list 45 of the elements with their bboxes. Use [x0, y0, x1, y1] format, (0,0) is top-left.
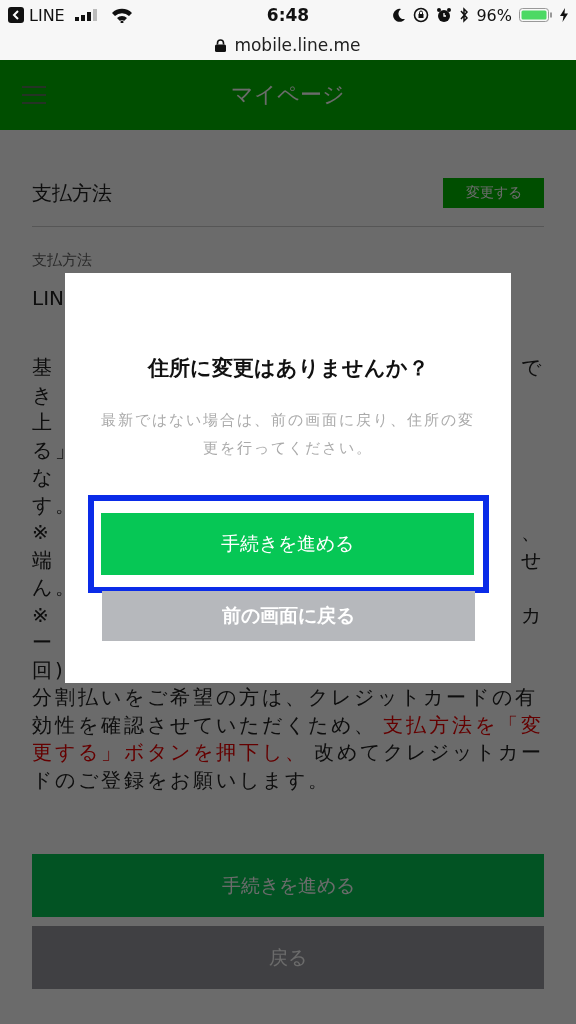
lock-icon — [215, 38, 227, 52]
bluetooth-icon — [459, 7, 470, 23]
note-text: な — [32, 464, 55, 491]
change-button[interactable]: 変更する — [443, 178, 544, 208]
note-text: ※ — [32, 519, 52, 546]
field-value: LIN — [32, 286, 65, 310]
wifi-icon — [110, 7, 133, 23]
note-text: ※ — [32, 601, 52, 629]
note-text: る」 — [32, 436, 78, 464]
note-text: 、 — [521, 519, 544, 546]
note-text: 上 — [32, 409, 55, 436]
note-text: 端 — [32, 546, 55, 574]
note-text: ー — [32, 629, 55, 656]
dialog-message: 最新ではない場合は、前の画面に戻り、住所の変更を行ってください。 — [100, 410, 476, 459]
note-text: き — [32, 381, 55, 409]
moon-icon — [392, 8, 407, 22]
back-icon — [8, 7, 24, 23]
back-button[interactable]: 前の画面に戻る — [101, 591, 475, 641]
note-text: ん。 — [32, 574, 78, 601]
note-text: 効性を確認させていただくため、 支払方法を「変 — [32, 711, 544, 739]
note-text: で — [521, 354, 544, 381]
note-text: せ — [521, 546, 544, 574]
note-text: 分割払いをご希望の方は、クレジットカードの有 — [32, 684, 539, 711]
note-text: 基 — [32, 354, 55, 381]
proceed-button[interactable]: 手続きを進める — [100, 513, 474, 575]
clock-time: 6:48 — [265, 5, 311, 25]
rotation-lock-icon — [413, 7, 430, 23]
note-text: カ — [521, 601, 544, 629]
back-to-app-button[interactable]: LINE — [8, 5, 65, 25]
alarm-icon — [436, 7, 453, 23]
dialog-title: 住所に変更はありませんか？ — [147, 355, 429, 382]
note-text: 回) — [32, 656, 66, 684]
field-label: 支払方法 — [32, 250, 93, 271]
menu-icon — [22, 85, 46, 105]
note-text: す。 — [32, 491, 78, 519]
battery-icon — [519, 7, 553, 23]
charging-bolt-icon — [560, 8, 568, 22]
menu-button[interactable] — [22, 85, 46, 105]
url-text[interactable]: mobile.line.me — [234, 35, 361, 55]
proceed-button[interactable]: 手続きを進める — [32, 854, 544, 917]
note-text: 更する」ボタンを押下し、 改めてクレジットカー — [32, 739, 544, 766]
battery-percent: 96% — [476, 5, 512, 25]
note-text: ドのご登録をお願いします。 — [32, 766, 332, 794]
section-title: 支払方法 — [32, 179, 112, 207]
page-title: マイページ — [230, 81, 346, 109]
